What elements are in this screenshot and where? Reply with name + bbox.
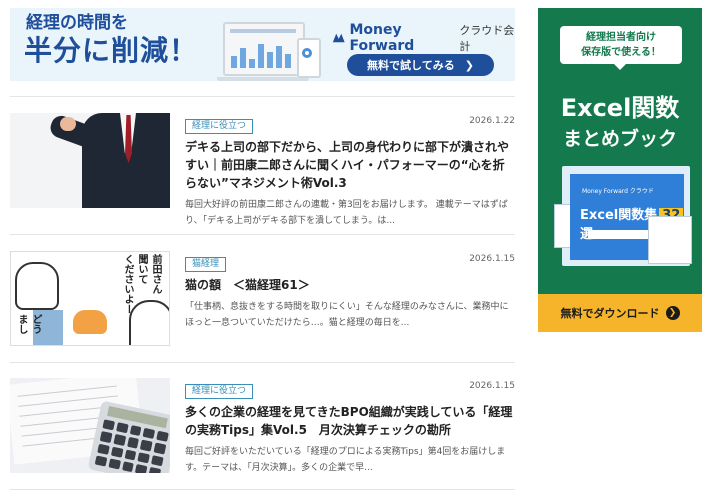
article-date: 2026.1.15 bbox=[469, 254, 515, 264]
download-label: 無料でダウンロード bbox=[560, 307, 660, 320]
ad-title-line2: まとめブック bbox=[562, 128, 677, 150]
excel-ebook-ad[interactable]: 経理担当者向け 保存版で使える！ Excel関数 まとめブック Money Fo… bbox=[538, 8, 702, 332]
comic-text: 前田さん bbox=[150, 254, 161, 294]
ad-badge-line1: 経理担当者向け bbox=[586, 32, 656, 43]
banner-headline-line1: 経理の時間を bbox=[26, 13, 128, 33]
money-forward-logo-icon bbox=[332, 33, 345, 43]
category-tag[interactable]: 経理に役立つ bbox=[185, 384, 254, 399]
article-date: 2026.1.15 bbox=[469, 381, 515, 391]
arrow-right-icon: ❯ bbox=[665, 306, 680, 320]
article-thumbnail-calculator[interactable] bbox=[10, 378, 170, 473]
download-button[interactable]: 無料でダウンロード ❯ bbox=[538, 294, 702, 332]
divider bbox=[10, 234, 515, 235]
article-title[interactable]: デキる上司の部下だから、上司の身代わりに部下が潰されやすい｜前田康二郎さんに聞く… bbox=[185, 138, 515, 192]
article-excerpt: 「仕事柄、息抜きをする時間を取りにくい」そんな経理のみなさんに、業務中にほっと一… bbox=[185, 302, 509, 328]
comic-text: どう bbox=[30, 314, 41, 334]
article-title[interactable]: 多くの企業の経理を見てきたBPO組織が実践している「経理の実務Tips」集Vol… bbox=[185, 403, 515, 439]
free-trial-button[interactable]: 無料で試してみる ❯ bbox=[347, 54, 494, 76]
article-title[interactable]: 猫の額 ＜猫経理61＞ bbox=[185, 276, 515, 294]
phone-illustration bbox=[297, 38, 321, 78]
comic-text: 聞いて bbox=[136, 254, 147, 284]
brand-sub: クラウド会計 bbox=[459, 24, 515, 53]
article-card[interactable]: 経理に役立つ 2026.1.22 デキる上司の部下だから、上司の身代わりに部下が… bbox=[10, 113, 515, 226]
comic-text: くださいよー bbox=[122, 254, 133, 314]
category-tag[interactable]: 経理に役立つ bbox=[185, 119, 254, 134]
spreadsheet-illustration bbox=[648, 216, 692, 264]
laptop-illustration bbox=[217, 22, 309, 81]
divider bbox=[10, 489, 515, 490]
ad-title-line1: Excel関数 bbox=[560, 94, 680, 122]
banner-headline: 経理の時間を 半分に削減！ bbox=[24, 14, 198, 66]
book-title-text: Excel関数集 bbox=[580, 208, 658, 223]
article-card[interactable]: 経理に役立つ 2026.1.15 多くの企業の経理を見てきたBPO組織が実践して… bbox=[10, 378, 515, 478]
ad-badge-line2: 保存版で使える！ bbox=[581, 47, 661, 58]
article-date: 2026.1.22 bbox=[469, 116, 515, 126]
top-banner-ad[interactable]: 経理の時間を 半分に削減！ Money Forward クラウド会計 無料で試し… bbox=[10, 8, 515, 81]
ad-badge: 経理担当者向け 保存版で使える！ bbox=[560, 26, 682, 70]
book-brand: Money Forward クラウド bbox=[582, 188, 654, 195]
money-forward-logo: Money Forward クラウド会計 bbox=[332, 22, 515, 54]
article-excerpt: 毎回大好評の前田康二郎さんの連載・第3回をお届けします。 連載テーマはずばり、「… bbox=[185, 200, 508, 226]
brand-name: Money Forward bbox=[349, 22, 415, 54]
banner-headline-line2: 半分に削減！ bbox=[24, 33, 199, 67]
comic-text: まし bbox=[16, 314, 27, 334]
article-excerpt: 毎回ご好評をいただいている「経理のプロによる実務Tips」第4回をお届けします。… bbox=[185, 447, 506, 473]
category-tag[interactable]: 猫経理 bbox=[185, 257, 227, 272]
free-trial-label: 無料で試してみる bbox=[367, 59, 455, 72]
article-thumbnail-comic[interactable]: 前田さん 聞いて くださいよー どう まし bbox=[10, 251, 170, 346]
ebook-cover-illustration: Money Forward クラウド Excel関数集32選 bbox=[554, 166, 692, 266]
chevron-right-icon: ❯ bbox=[464, 58, 474, 72]
divider bbox=[10, 362, 515, 363]
divider bbox=[10, 96, 515, 97]
article-thumbnail-business[interactable] bbox=[10, 113, 170, 208]
article-card[interactable]: 前田さん 聞いて くださいよー どう まし 猫経理 2026.1.15 猫の額 … bbox=[10, 251, 515, 351]
